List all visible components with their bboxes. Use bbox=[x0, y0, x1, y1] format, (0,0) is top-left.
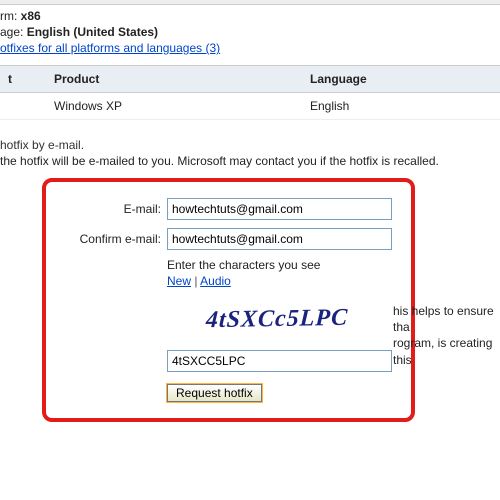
request-hotfix-button[interactable]: Request hotfix bbox=[167, 384, 262, 402]
col-language: Language bbox=[302, 66, 500, 93]
col-product: Product bbox=[46, 66, 302, 93]
email-label: E-mail: bbox=[56, 202, 167, 216]
platform-value: x86 bbox=[21, 9, 41, 23]
confirm-email-field[interactable] bbox=[167, 228, 392, 250]
table-header-row: t Product Language bbox=[0, 66, 500, 93]
language-label: age: bbox=[0, 25, 23, 39]
email-field[interactable] bbox=[167, 198, 392, 220]
show-all-hotfixes-link[interactable]: otfixes for all platforms and languages … bbox=[0, 41, 220, 55]
section-lead: hotfix by e-mail. the hotfix will be e-m… bbox=[0, 138, 500, 168]
col-select: t bbox=[0, 66, 46, 93]
cell-select bbox=[0, 93, 46, 120]
captcha-glyphs: 4tSXCc5LPC bbox=[205, 304, 349, 333]
confirm-email-row: Confirm e-mail: bbox=[56, 228, 401, 250]
language-line: age: English (United States) bbox=[0, 25, 500, 39]
side-note: his helps to ensure tha rogram, is creat… bbox=[393, 303, 500, 368]
hotfix-form-frame: E-mail: Confirm e-mail: Enter the charac… bbox=[42, 178, 415, 422]
cell-language: English bbox=[302, 93, 500, 120]
side-note-line2: rogram, is creating this bbox=[393, 336, 492, 366]
captcha-audio-link[interactable]: Audio bbox=[200, 274, 231, 288]
cell-product: Windows XP bbox=[46, 93, 302, 120]
lead-subtitle: the hotfix will be e-mailed to you. Micr… bbox=[0, 154, 500, 168]
captcha-links: New | Audio bbox=[167, 274, 401, 288]
captcha-block: Enter the characters you see New | Audio… bbox=[167, 258, 401, 402]
confirm-email-label: Confirm e-mail: bbox=[56, 232, 167, 246]
table-row: Windows XP English bbox=[0, 93, 500, 120]
meta-block: rm: x86 age: English (United States) otf… bbox=[0, 9, 500, 55]
platform-label: rm: bbox=[0, 9, 17, 23]
captcha-image: 4tSXCc5LPC bbox=[167, 298, 387, 340]
hotfix-table: t Product Language Windows XP English bbox=[0, 65, 500, 120]
platform-line: rm: x86 bbox=[0, 9, 500, 23]
email-row: E-mail: bbox=[56, 198, 401, 220]
window-chrome-strip bbox=[0, 0, 500, 5]
captcha-new-link[interactable]: New bbox=[167, 274, 191, 288]
language-value: English (United States) bbox=[27, 25, 158, 39]
captcha-input[interactable] bbox=[167, 350, 392, 372]
captcha-hint: Enter the characters you see bbox=[167, 258, 401, 272]
side-note-line1: his helps to ensure tha bbox=[393, 304, 494, 334]
all-hotfixes-row: otfixes for all platforms and languages … bbox=[0, 41, 500, 55]
lead-title: hotfix by e-mail. bbox=[0, 138, 500, 152]
